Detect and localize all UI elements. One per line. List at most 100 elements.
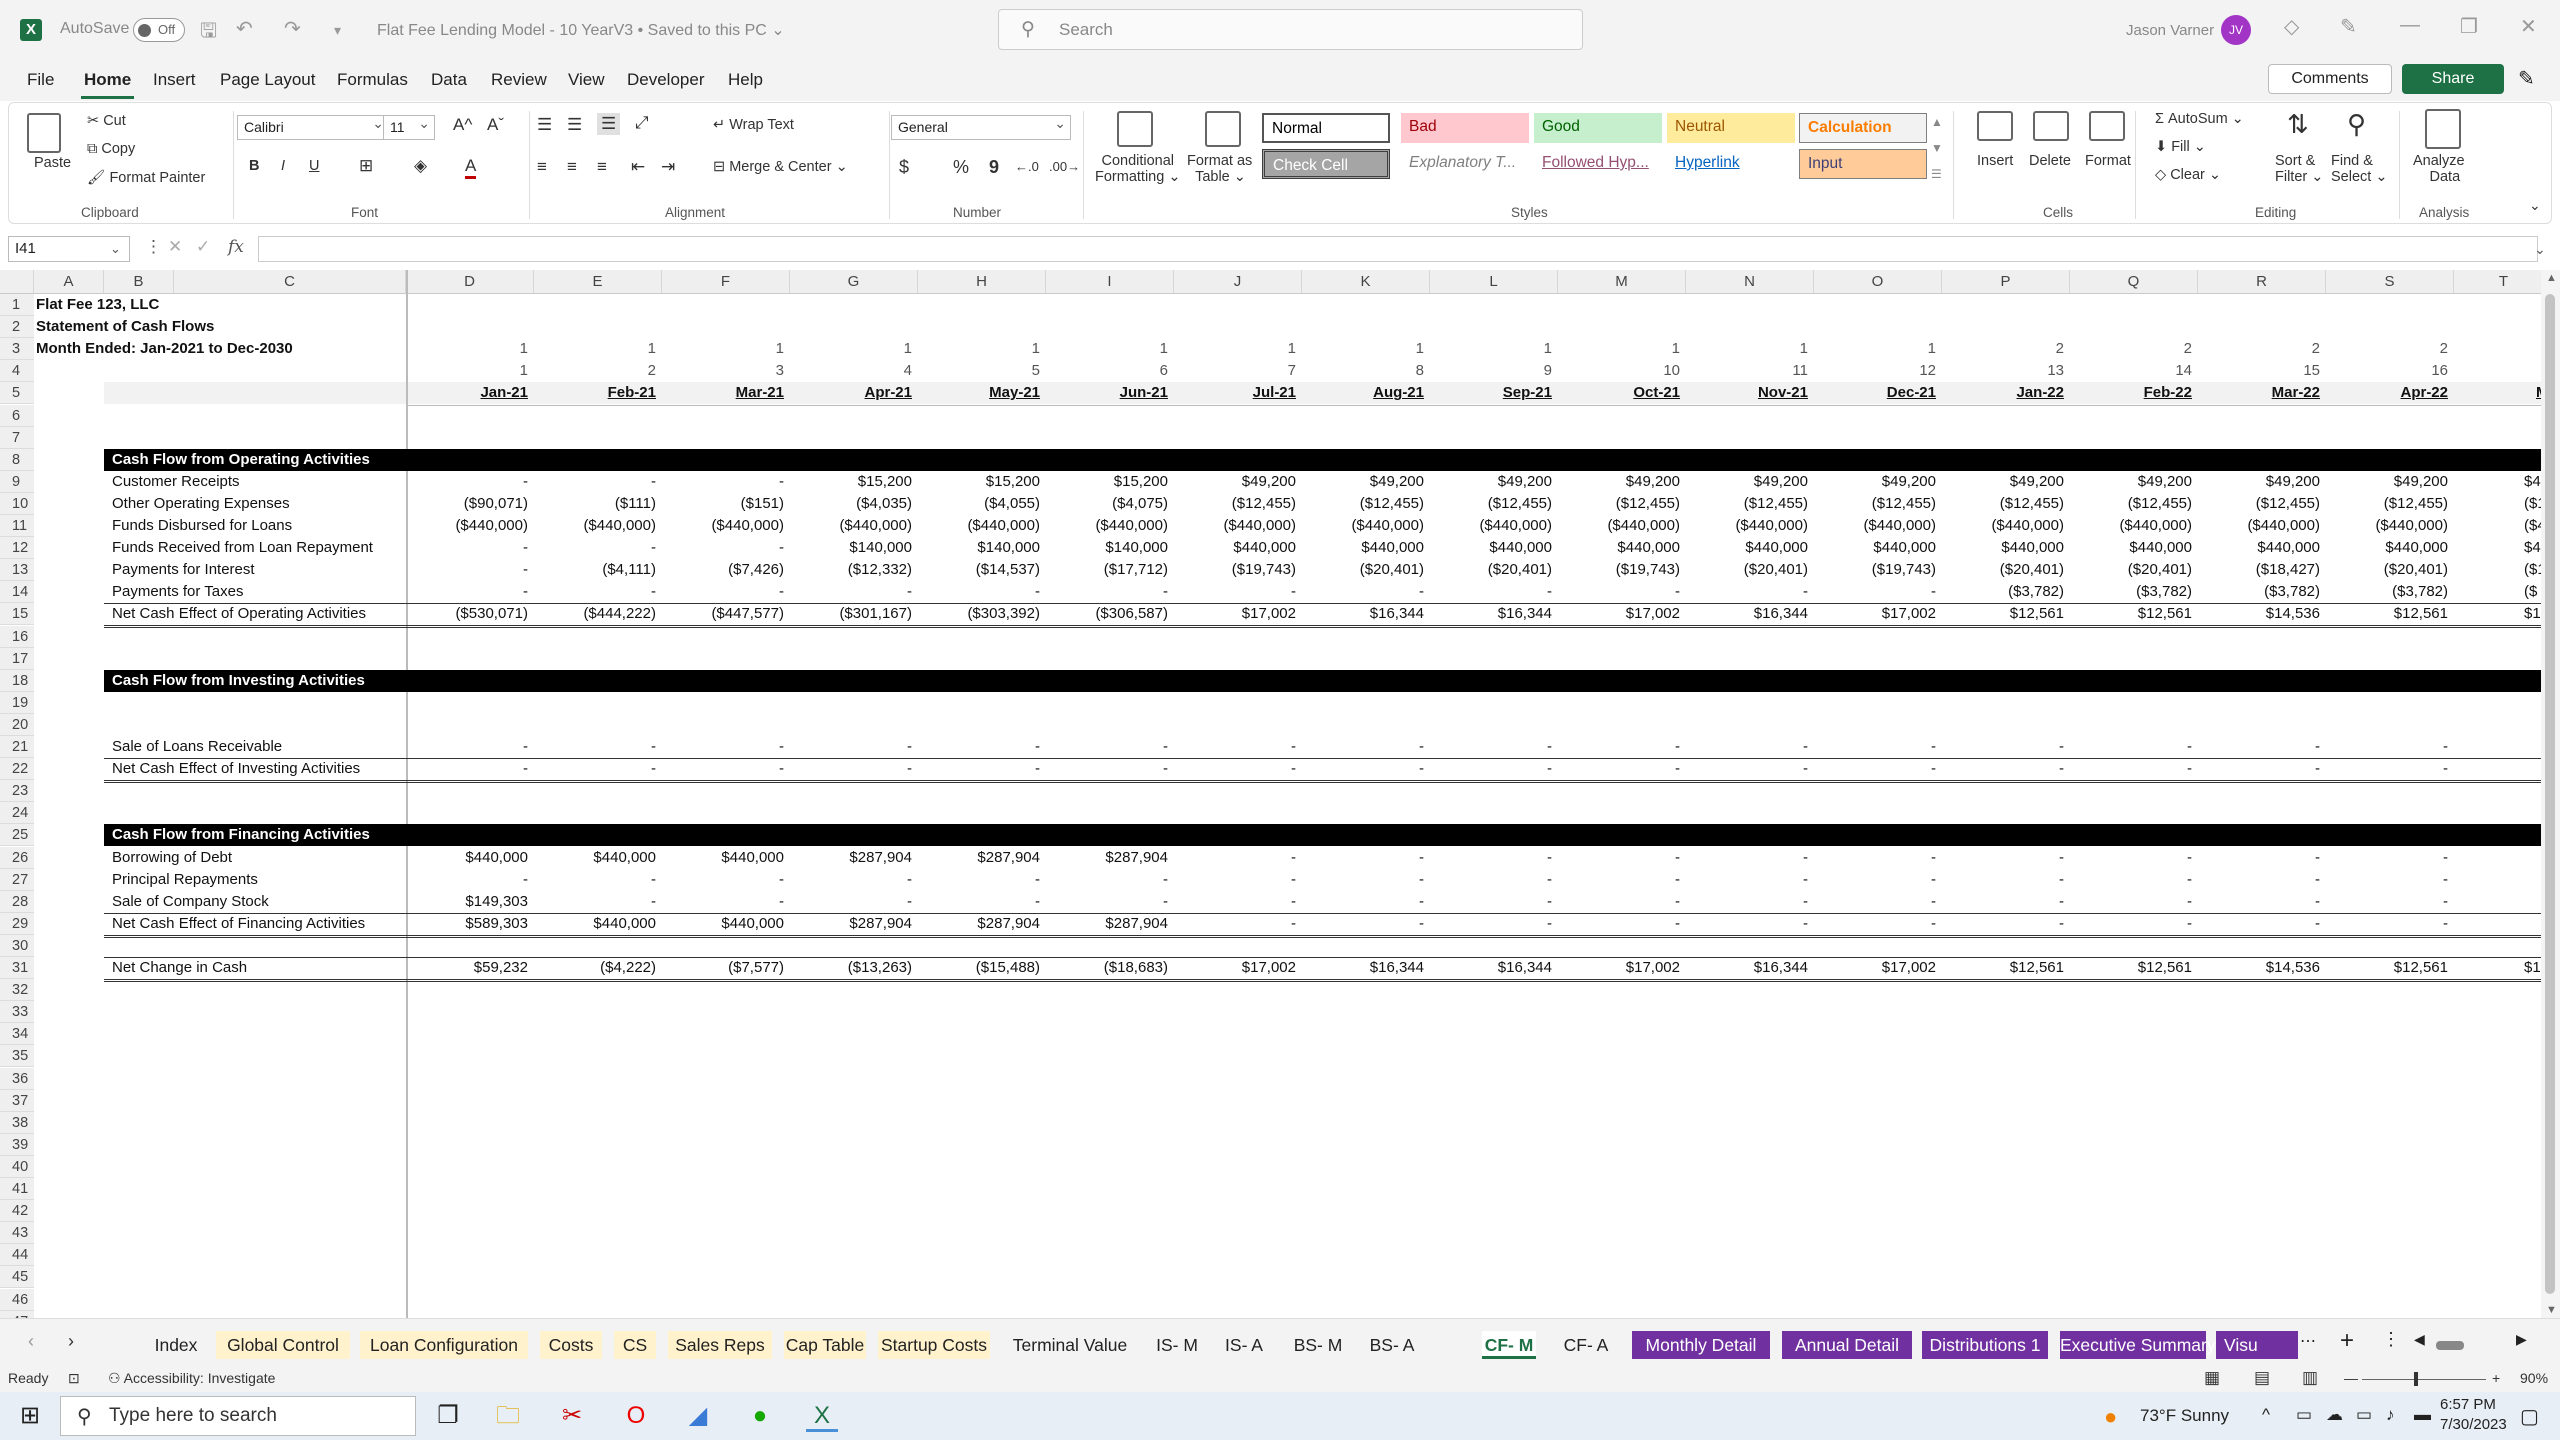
analyze-data-icon[interactable] <box>2425 109 2461 149</box>
column-header-A[interactable]: A <box>34 270 104 294</box>
total-value[interactable]: ($13,263) <box>790 957 912 979</box>
sheet-tab-loan-configuration[interactable]: Loan Configuration <box>360 1331 528 1359</box>
total-value[interactable]: - <box>1942 913 2064 935</box>
month-header[interactable]: Aug-21 <box>1302 382 1424 404</box>
line-value[interactable]: $440,000 <box>534 847 656 869</box>
sheet-tab-sales-reps[interactable]: Sales Reps <box>668 1331 772 1359</box>
row-header-2[interactable]: 2 <box>0 316 34 339</box>
column-header-D[interactable]: D <box>406 270 534 294</box>
period-cell[interactable]: 2 <box>534 360 656 382</box>
month-header[interactable]: Jul-21 <box>1174 382 1296 404</box>
row-header-25[interactable]: 25 <box>0 824 34 847</box>
year-cell[interactable]: 1 <box>406 338 528 360</box>
file-explorer-icon[interactable]: 🗀 <box>492 1400 524 1432</box>
menu-view[interactable]: View <box>568 70 605 90</box>
row-header-30[interactable]: 30 <box>0 934 34 957</box>
line-value[interactable]: $15,200 <box>1046 471 1168 493</box>
line-value[interactable]: - <box>1942 736 2064 758</box>
total-value[interactable]: $440,000 <box>662 913 784 935</box>
hscroll-left-icon[interactable]: ◀ <box>2414 1331 2425 1348</box>
year-cell[interactable]: 1 <box>1302 338 1424 360</box>
line-value[interactable]: - <box>1046 581 1168 603</box>
line-value[interactable]: $49,200 <box>1814 471 1936 493</box>
total-value[interactable]: - <box>2198 913 2320 935</box>
row-header-39[interactable]: 39 <box>0 1133 34 1156</box>
line-value[interactable]: $287,904 <box>790 847 912 869</box>
hscroll-right-icon[interactable]: ▶ <box>2516 1331 2527 1348</box>
restore-icon[interactable]: ❐ <box>2460 14 2478 39</box>
column-header-H[interactable]: H <box>918 270 1046 294</box>
row-header-23[interactable]: 23 <box>0 780 34 803</box>
menu-home[interactable]: Home <box>80 70 135 99</box>
app-icon[interactable]: ◢ <box>682 1400 714 1432</box>
menu-page-layout[interactable]: Page Layout <box>220 70 315 90</box>
gallery-more-icon[interactable]: ☰ <box>1931 167 1942 181</box>
line-value-partial[interactable]: ($1 <box>2524 493 2541 515</box>
row-header-21[interactable]: 21 <box>0 736 34 759</box>
cell-style-4[interactable]: Calculation <box>1799 113 1927 143</box>
line-value[interactable]: ($90,071) <box>406 493 528 515</box>
line-value[interactable]: $440,000 <box>1302 537 1424 559</box>
row-header-26[interactable]: 26 <box>0 846 34 869</box>
period-cell[interactable]: 1 <box>406 360 528 382</box>
period-cell[interactable]: 6 <box>1046 360 1168 382</box>
row-header-14[interactable]: 14 <box>0 581 34 604</box>
line-value[interactable]: ($20,401) <box>2070 559 2192 581</box>
network-icon[interactable]: ▭ <box>2356 1405 2372 1425</box>
line-value[interactable]: ($440,000) <box>2326 515 2448 537</box>
underline-button[interactable]: U <box>309 158 319 174</box>
line-value[interactable]: $440,000 <box>2198 537 2320 559</box>
row-header-9[interactable]: 9 <box>0 470 34 493</box>
total-value[interactable]: ($18,683) <box>1046 957 1168 979</box>
sheet-tab-startup-costs[interactable]: Startup Costs <box>878 1331 990 1359</box>
line-value[interactable]: ($20,401) <box>1302 559 1424 581</box>
save-icon[interactable]: 🖫 <box>200 16 217 50</box>
line-value[interactable]: $140,000 <box>790 537 912 559</box>
line-value[interactable]: ($151) <box>662 493 784 515</box>
sheet-tab-visu[interactable]: Visu <box>2216 1331 2298 1359</box>
year-cell[interactable]: 2 <box>2070 338 2192 360</box>
line-value[interactable]: ($12,455) <box>1174 493 1296 515</box>
line-value[interactable]: - <box>790 736 912 758</box>
menu-formulas[interactable]: Formulas <box>337 70 408 90</box>
year-cell[interactable]: 1 <box>1686 338 1808 360</box>
line-value[interactable]: ($12,455) <box>1302 493 1424 515</box>
delete-cells-icon[interactable] <box>2033 111 2069 141</box>
month-header[interactable]: Mar-22 <box>2198 382 2320 404</box>
line-value[interactable]: - <box>918 891 1040 913</box>
formula-input[interactable] <box>258 236 2538 262</box>
font-name-combo[interactable]: Calibri <box>237 115 389 140</box>
borders-icon[interactable]: ⊞ <box>359 156 373 176</box>
line-value[interactable]: - <box>1046 891 1168 913</box>
line-label[interactable]: Borrowing of Debt <box>112 847 412 869</box>
line-value[interactable]: $440,000 <box>1558 537 1680 559</box>
line-value[interactable]: - <box>534 581 656 603</box>
undo-icon[interactable]: ↶ <box>236 16 253 41</box>
line-value[interactable]: $49,200 <box>1942 471 2064 493</box>
column-header-O[interactable]: O <box>1814 270 1942 294</box>
column-header-L[interactable]: L <box>1430 270 1558 294</box>
line-value[interactable]: ($4,055) <box>918 493 1040 515</box>
line-value[interactable]: - <box>2198 847 2320 869</box>
month-header[interactable]: Feb-22 <box>2070 382 2192 404</box>
line-value[interactable]: $15,200 <box>790 471 912 493</box>
row-header-16[interactable]: 16 <box>0 625 34 648</box>
line-value[interactable]: ($19,743) <box>1814 559 1936 581</box>
sheet-tab-executive-summary[interactable]: Executive Summary <box>2060 1331 2216 1359</box>
year-cell[interactable]: 1 <box>1174 338 1296 360</box>
fill-color-icon[interactable]: ◈ <box>414 156 427 176</box>
row-header-12[interactable]: 12 <box>0 537 34 560</box>
row-header-13[interactable]: 13 <box>0 559 34 582</box>
line-value[interactable]: $149,303 <box>406 891 528 913</box>
cell-style-7[interactable]: Followed Hyp... <box>1534 149 1662 179</box>
line-value[interactable]: ($440,000) <box>1942 515 2064 537</box>
row-header-29[interactable]: 29 <box>0 912 34 935</box>
year-cell[interactable]: 2 <box>2198 338 2320 360</box>
customize-toolbar-icon[interactable]: ▾ <box>334 22 341 39</box>
battery-icon[interactable]: ▬ <box>2414 1405 2431 1425</box>
autosave-toggle[interactable]: Off <box>133 18 185 42</box>
row-header-3[interactable]: 3 <box>0 338 34 361</box>
column-header-R[interactable]: R <box>2198 270 2326 294</box>
line-value[interactable]: ($440,000) <box>1046 515 1168 537</box>
total-value[interactable]: $16,344 <box>1430 957 1552 979</box>
